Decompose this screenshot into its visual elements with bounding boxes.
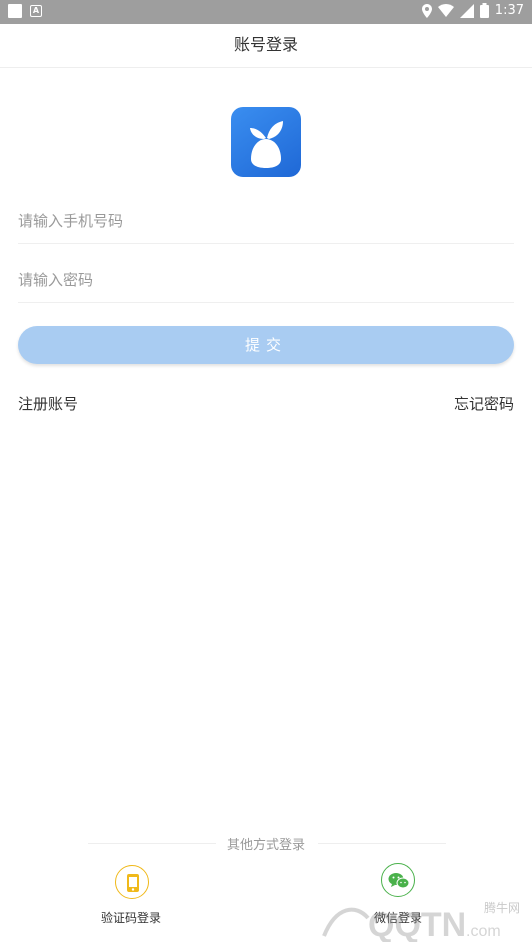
app-logo <box>231 107 301 177</box>
notification-icon <box>8 4 22 18</box>
header: 账号登录 <box>0 24 532 68</box>
password-field <box>18 258 514 303</box>
page-title: 账号登录 <box>233 35 298 54</box>
wechat-login-button[interactable] <box>381 863 415 897</box>
register-link[interactable]: 注册账号 <box>18 393 78 414</box>
location-icon <box>421 3 432 18</box>
wifi-icon <box>437 4 454 17</box>
status-bar: A 1:37 <box>0 0 532 24</box>
svg-text:腾牛网: 腾牛网 <box>484 900 520 915</box>
other-login-title: 其他方式登录 <box>226 838 305 853</box>
sprout-bag-icon <box>250 121 283 168</box>
status-time: 1:37 <box>494 3 524 18</box>
svg-text:QQTN: QQTN <box>368 906 466 942</box>
forgot-password-link[interactable]: 忘记密码 <box>454 393 514 414</box>
watermark-logo: QQTN .com 腾牛网 <box>316 896 526 944</box>
signal-icon <box>459 3 474 18</box>
phone-field <box>18 199 514 244</box>
password-input[interactable] <box>18 260 514 300</box>
battery-icon <box>479 3 489 18</box>
sms-login-button[interactable] <box>115 865 149 899</box>
sms-login-label: 验证码登录 <box>101 911 162 925</box>
wechat-icon <box>388 873 410 889</box>
submit-button[interactable]: 提交 <box>18 326 514 364</box>
phone-icon <box>127 874 139 892</box>
phone-input[interactable] <box>18 201 514 241</box>
app-notification-icon: A <box>30 5 42 17</box>
svg-text:.com: .com <box>466 923 501 940</box>
